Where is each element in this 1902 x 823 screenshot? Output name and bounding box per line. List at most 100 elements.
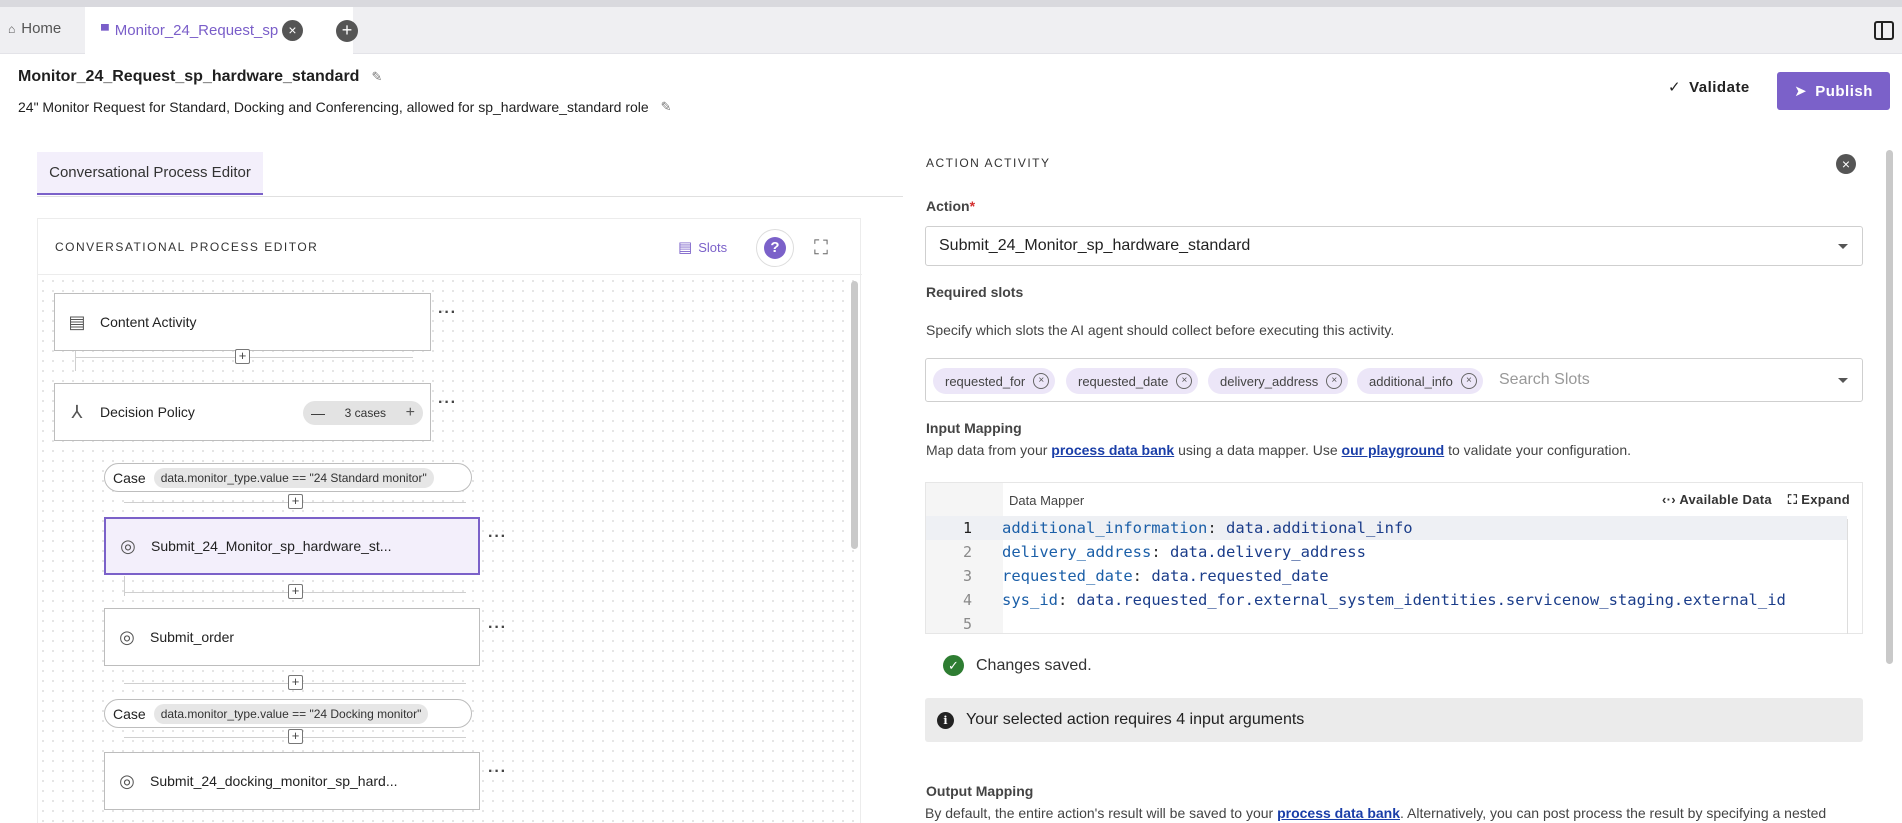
code-line[interactable]: 3 requested_date: data.requested_date <box>926 564 1847 588</box>
close-tab-icon[interactable]: × <box>282 20 303 41</box>
sidebar-toggle-icon[interactable] <box>1874 21 1894 40</box>
send-icon: ➤ <box>1794 83 1808 100</box>
case-label: Case <box>113 705 146 722</box>
remove-chip-icon[interactable]: × <box>1460 373 1477 389</box>
search-slots-input[interactable]: Search Slots <box>1499 371 1590 389</box>
output-mapping-label: Output Mapping <box>926 783 1034 799</box>
branch-icon: ⅄ <box>71 401 83 422</box>
case-docking-monitor[interactable]: Case data.monitor_type.value == "24 Dock… <box>104 699 472 728</box>
save-status: ✓ Changes saved. <box>943 655 1092 676</box>
process-editor-panel: CONVERSATIONAL PROCESS EDITOR ▤ Slots ? … <box>37 218 862 823</box>
case-standard-monitor[interactable]: Case data.monitor_type.value == "24 Stan… <box>104 463 472 492</box>
code-line[interactable]: 5 <box>926 612 1847 636</box>
available-data-button[interactable]: ‹·› Available Data <box>1662 492 1772 508</box>
edit-subtitle-icon[interactable]: ✎ <box>661 99 672 115</box>
code-line[interactable]: 2 delivery_address: data.delivery_addres… <box>926 540 1847 564</box>
connector <box>124 576 125 596</box>
data-mapper-title: Data Mapper <box>1009 493 1085 508</box>
data-mapper-editor[interactable]: Data Mapper ‹·› Available Data ⛶ Expand … <box>925 482 1863 634</box>
chevron-down-icon <box>1838 244 1848 249</box>
input-mapping-text: using a data mapper. Use <box>1174 442 1342 458</box>
edit-title-icon[interactable]: ✎ <box>371 69 382 85</box>
submit-standard-more-icon[interactable]: ··· <box>488 528 507 546</box>
slot-chip-label: delivery_address <box>1220 373 1319 389</box>
help-button[interactable]: ? <box>756 229 794 267</box>
action-icon: ◎ <box>119 626 135 647</box>
chat-icon: ▀ <box>101 24 109 37</box>
cases-count: 3 cases <box>344 406 386 420</box>
action-select-value: Submit_24_Monitor_sp_hardware_standard <box>939 237 1251 254</box>
node-content-activity-label: Content Activity <box>100 314 197 330</box>
node-submit-order-label: Submit_order <box>150 629 235 645</box>
expand-icon: ⛶ <box>1787 492 1798 507</box>
remove-chip-icon[interactable]: × <box>1176 373 1193 389</box>
page-title-text: Monitor_24_Request_sp_hardware_standard <box>18 68 360 85</box>
publish-button[interactable]: ➤ Publish <box>1777 72 1890 110</box>
tab-home[interactable]: ⌂ Home <box>8 20 61 37</box>
line-number: 2 <box>962 543 972 561</box>
code-value: data.requested_for.external_system_ident… <box>1076 591 1786 609</box>
remove-chip-icon[interactable]: × <box>1033 373 1050 389</box>
action-select[interactable]: Submit_24_Monitor_sp_hardware_standard <box>925 226 1863 266</box>
action-icon: ◎ <box>119 770 135 791</box>
code-line[interactable]: 4 sys_id: data.requested_for.external_sy… <box>926 588 1847 612</box>
required-slots-label: Required slots <box>926 284 1024 300</box>
case-label: Case <box>113 469 146 486</box>
slot-chip: requested_for × <box>933 368 1056 394</box>
window-top-border <box>0 0 1902 7</box>
node-decision-policy-label: Decision Policy <box>100 404 195 420</box>
tab-conversational-process-editor[interactable]: Conversational Process Editor <box>37 152 263 195</box>
page-title: Monitor_24_Request_sp_hardware_standard … <box>18 68 382 86</box>
add-step-icon[interactable]: + <box>288 729 303 744</box>
add-tab-icon[interactable]: + <box>336 20 358 42</box>
node-submit-docking-monitor[interactable]: ◎ Submit_24_docking_monitor_sp_hard... <box>104 752 480 810</box>
node-submit-standard-label: Submit_24_Monitor_sp_hardware_st... <box>151 538 392 554</box>
slots-button[interactable]: ▤ Slots <box>678 238 727 256</box>
content-activity-more-icon[interactable]: ··· <box>438 304 457 322</box>
canvas-scrollbar[interactable] <box>851 281 858 549</box>
node-decision-policy[interactable]: ⅄ Decision Policy — 3 cases + <box>54 383 431 441</box>
remove-chip-icon[interactable]: × <box>1326 373 1343 389</box>
close-panel-icon[interactable]: × <box>1836 154 1856 174</box>
node-submit-order[interactable]: ◎ Submit_order <box>104 608 480 666</box>
input-mapping-text: Map data from your <box>926 442 1052 458</box>
tab-monitor-request-label: Monitor_24_Request_sp <box>114 22 279 39</box>
tab-monitor-request[interactable]: ▀ Monitor_24_Request_sp <box>85 7 353 54</box>
process-data-bank-link[interactable]: process data bank <box>1051 442 1174 458</box>
node-content-activity[interactable]: ▤ Content Activity <box>54 293 431 351</box>
node-submit-standard-monitor[interactable]: ◎ Submit_24_Monitor_sp_hardware_st... <box>104 517 480 575</box>
tab-bar: ⌂ Home ▀ Monitor_24_Request_sp × + <box>0 7 1902 54</box>
help-icon: ? <box>764 237 786 259</box>
code-line[interactable]: 1 additional_information: data.additiona… <box>926 516 1847 540</box>
add-step-icon[interactable]: + <box>288 494 303 509</box>
submit-docking-more-icon[interactable]: ··· <box>488 763 507 781</box>
add-step-icon[interactable]: + <box>235 349 250 364</box>
output-mapping-text: . Alternatively, you can post process th… <box>1400 805 1827 821</box>
validate-button[interactable]: ✓ Validate <box>1668 78 1750 97</box>
right-panel-scrollbar[interactable] <box>1886 150 1893 664</box>
process-canvas[interactable]: ▤ Content Activity ··· + ⅄ Decision Poli… <box>38 276 860 823</box>
output-mapping-text: By default, the entire action's result w… <box>925 805 1278 821</box>
action-icon: ◎ <box>120 535 136 556</box>
add-case-icon[interactable]: + <box>406 404 415 422</box>
submit-order-more-icon[interactable]: ··· <box>488 619 507 637</box>
info-icon: i <box>937 711 954 729</box>
code-value: data.additional_info <box>1225 519 1413 537</box>
playground-link[interactable]: our playground <box>1342 442 1445 458</box>
code-value: data.delivery_address <box>1169 543 1366 561</box>
expand-button[interactable]: ⛶ Expand <box>1788 492 1850 508</box>
fullscreen-icon[interactable]: ⛶ <box>814 237 828 260</box>
remove-case-icon[interactable]: — <box>311 405 325 421</box>
info-alert-text: Your selected action requires 4 input ar… <box>966 711 1305 728</box>
chevron-down-icon <box>1838 378 1848 383</box>
decision-policy-more-icon[interactable]: ··· <box>438 394 457 412</box>
slots-multiselect[interactable]: requested_for × requested_date × deliver… <box>925 358 1863 402</box>
action-activity-title: ACTION ACTIVITY <box>926 156 1051 170</box>
line-number: 5 <box>962 615 972 633</box>
output-process-data-bank-link[interactable]: process data bank <box>1277 805 1400 821</box>
editor-scrollbar[interactable] <box>1847 519 1848 634</box>
slot-chip-label: requested_for <box>945 373 1026 389</box>
add-step-icon[interactable]: + <box>288 584 303 599</box>
data-mapper-actions: ‹·› Available Data ⛶ Expand <box>1662 492 1850 508</box>
add-step-icon[interactable]: + <box>288 675 303 690</box>
